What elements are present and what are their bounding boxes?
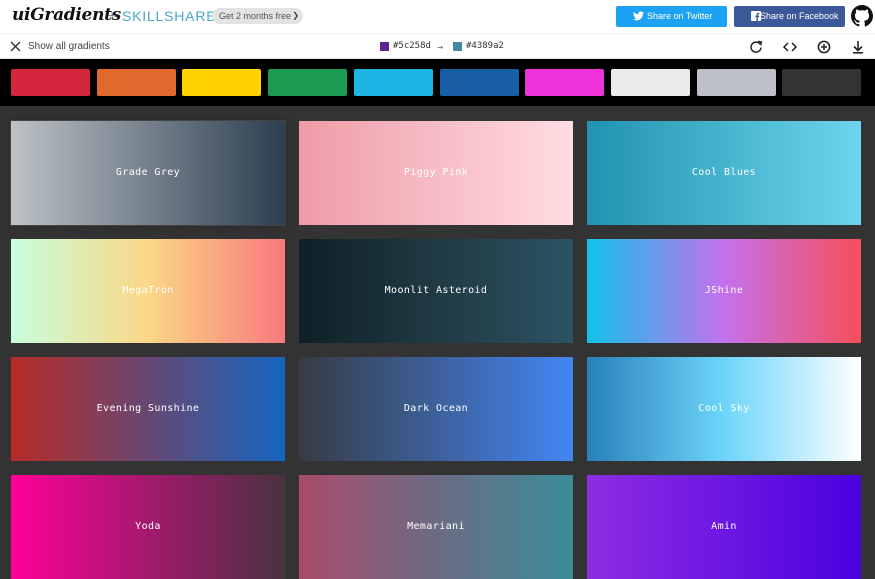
gradient-card[interactable]: Memariani [299,475,573,579]
twitter-icon [633,11,644,21]
filter-swatch[interactable] [268,69,348,96]
filter-swatch[interactable] [11,69,90,96]
share-facebook-label: Share on Facebook [760,11,839,21]
gradient-name: MegaTron [122,285,174,296]
color-to-value[interactable]: #4389a2 [466,41,504,51]
gradient-name: Piggy Pink [403,167,469,178]
gradient-card[interactable]: Amin [587,475,861,579]
gradient-card[interactable]: Moonlit Asteroid [299,239,573,343]
gradient-name: Dark Ocean [403,403,469,414]
color-from-value[interactable]: #5c258d [393,41,431,51]
code-icon[interactable] [781,38,799,56]
top-header: uiGradients + SKILLSHARE Get 2 months fr… [0,0,875,33]
download-icon[interactable] [849,38,867,56]
gradient-name: Grade Grey [115,167,181,178]
filter-swatch[interactable] [525,69,605,96]
gradient-card[interactable]: Dark Ocean [299,357,573,461]
filter-swatch[interactable] [610,69,690,96]
promo-label: Get 2 months free [219,11,292,21]
gradient-name: Amin [711,521,737,532]
filter-swatch[interactable] [182,69,262,96]
logo[interactable]: uiGradients [12,5,121,25]
gradient-card[interactable]: JShine [587,239,861,343]
gradient-name: Cool Sky [698,403,750,414]
close-icon [10,41,21,52]
arrow-right-icon: → [437,42,444,53]
filter-swatch[interactable] [96,69,176,96]
gradient-card[interactable]: Cool Blues [587,121,861,225]
promo-badge[interactable]: Get 2 months free ❯ [212,8,304,24]
filter-swatch[interactable] [782,69,862,96]
plus-sign: + [108,7,117,23]
gradient-card[interactable]: MegaTron [11,239,285,343]
partner-logo[interactable]: SKILLSHARE [122,8,216,24]
color-from-swatch [380,42,389,51]
filter-swatch[interactable] [696,69,776,96]
gradient-card[interactable]: Grade Grey [11,121,285,225]
add-icon[interactable] [815,38,833,56]
gradient-name: Memariani [407,521,465,532]
share-twitter-label: Share on Twitter [647,11,713,21]
filter-swatch[interactable] [353,69,433,96]
share-twitter-button[interactable]: Share on Twitter [616,6,727,27]
color-filter-strip [0,59,875,106]
gradient-card[interactable]: Yoda [11,475,285,579]
gradient-name: Evening Sunshine [96,403,200,414]
gradient-name: JShine [704,285,744,296]
chevron-right-icon: ❯ [292,11,300,20]
share-facebook-button[interactable]: Share on Facebook [734,6,845,27]
github-icon[interactable] [851,5,873,27]
gradient-card[interactable]: Piggy Pink [299,121,573,225]
gradient-name: Cool Blues [691,167,757,178]
show-all-gradients-label: Show all gradients [28,41,110,52]
gradient-name: Yoda [135,521,161,532]
action-bar: Show all gradients #5c258d → #4389a2 [0,33,875,59]
current-gradient-colors: #5c258d → #4389a2 [380,41,520,53]
gradient-card[interactable]: Cool Sky [587,357,861,461]
filter-swatch[interactable] [439,69,519,96]
gradient-card[interactable]: Evening Sunshine [11,357,285,461]
gradient-name: Moonlit Asteroid [384,285,488,296]
color-to-swatch [453,42,462,51]
rotate-icon[interactable] [747,38,765,56]
